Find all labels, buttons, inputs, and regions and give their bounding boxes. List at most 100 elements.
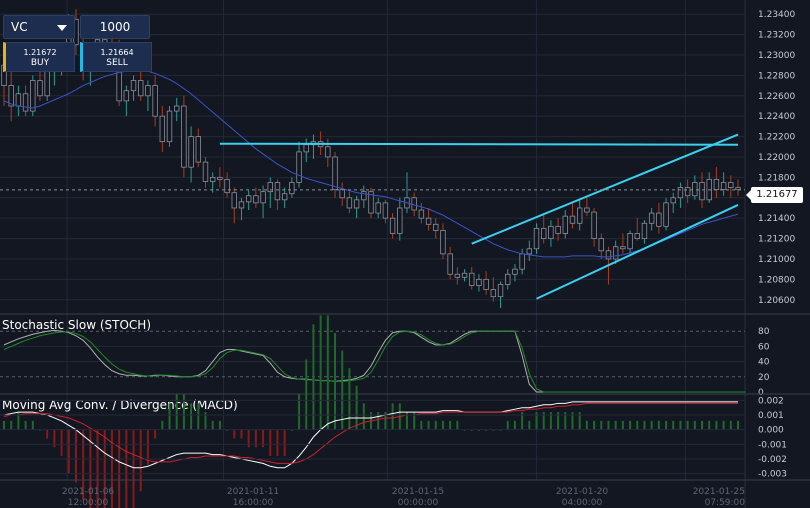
- candle-body: [648, 212, 655, 224]
- candle-body: [612, 246, 619, 260]
- candle-body: [15, 93, 22, 107]
- price-tick-label: 1.22600: [758, 92, 795, 102]
- macd-histogram-bar: [614, 420, 617, 430]
- price-tick-label: 1.20800: [758, 275, 795, 285]
- candle-body: [397, 207, 403, 234]
- candle-body: [692, 182, 698, 197]
- macd-histogram-bar: [305, 359, 308, 430]
- price-axis: 1.23400 1.23200 1.23000 1.22800 1.22600 1.224…: [758, 10, 795, 306]
- price-tick-label: 1.21200: [758, 235, 795, 245]
- macd-histogram-bar: [10, 420, 13, 430]
- candle-body: [37, 80, 43, 97]
- candle-body: [325, 146, 331, 158]
- macd-histogram-bar: [456, 420, 459, 430]
- macd-histogram-bar: [211, 420, 214, 430]
- symbol-label: VC: [11, 20, 28, 34]
- candle-body: [202, 161, 209, 182]
- candle-body: [461, 272, 468, 278]
- time-tick-date: 2021-01-20: [556, 487, 609, 497]
- macd-histogram-bar: [643, 420, 646, 430]
- macd-histogram-bar: [146, 429, 149, 465]
- macd-histogram-bar: [154, 429, 157, 439]
- macd-histogram-bar: [132, 429, 135, 508]
- candle-body: [332, 156, 338, 191]
- macd-histogram-bar: [528, 420, 531, 430]
- macd-histogram-bar: [3, 420, 5, 430]
- candle-body: [497, 284, 504, 298]
- macd-histogram-bar: [708, 420, 711, 430]
- quantity-input[interactable]: 1000: [80, 15, 150, 39]
- candle-body: [454, 273, 461, 278]
- candle-body: [641, 222, 648, 239]
- price-tick-label: 1.23200: [758, 31, 795, 41]
- candle-body: [389, 217, 396, 234]
- macd-tick-label: 0.001: [758, 411, 784, 421]
- candle-body: [138, 80, 144, 97]
- macd-histogram-bar: [672, 420, 675, 430]
- price-tick-label: 1.23000: [758, 51, 795, 61]
- candle-body: [562, 215, 568, 234]
- macd-histogram-bar: [629, 420, 632, 430]
- macd-histogram-bar: [722, 420, 725, 430]
- time-tick-time: 12:00:00: [68, 498, 109, 508]
- candle-body: [576, 207, 583, 224]
- candle-body: [735, 187, 741, 191]
- macd-histogram-bar: [607, 420, 610, 430]
- price-tick-label: 1.21000: [758, 255, 795, 265]
- candle-body: [634, 233, 640, 239]
- macd-histogram-bar: [348, 368, 351, 430]
- macd-histogram-bar: [729, 420, 732, 430]
- price-tick-label: 1.23400: [758, 10, 795, 20]
- price-tick-label: 1.22800: [758, 71, 795, 81]
- candle-body: [159, 115, 166, 143]
- candle-body: [476, 278, 482, 286]
- macd-histogram-bar: [161, 420, 164, 430]
- candle-body: [440, 230, 446, 255]
- candle-body: [346, 197, 353, 209]
- macd-histogram-bar: [218, 420, 221, 430]
- candle-body: [174, 105, 180, 112]
- candle-body: [512, 268, 518, 275]
- time-tick-date: 2021-01-15: [392, 487, 444, 497]
- sell-button[interactable]: 1.21664 SELL: [80, 42, 152, 72]
- macd-histogram-bar: [341, 350, 344, 430]
- macd-histogram-bar: [665, 420, 668, 430]
- time-tick-time: 16:00:00: [233, 498, 274, 508]
- candle-body: [145, 85, 151, 97]
- candle-body: [296, 151, 302, 183]
- candle-body: [605, 250, 612, 260]
- macd-histogram-bar: [737, 420, 739, 430]
- candle-body: [303, 144, 309, 153]
- macd-tick-label: 0.000: [758, 426, 784, 436]
- macd-histogram-bar: [693, 420, 696, 430]
- macd-histogram-bar: [679, 420, 682, 430]
- trading-chart[interactable]: 1.23400 1.23200 1.23000 1.22800 1.22600 1.224…: [0, 0, 810, 508]
- time-tick-time: 07:59:00: [705, 498, 746, 508]
- macd-histogram-bar: [600, 420, 603, 430]
- macd-histogram-bar: [686, 420, 689, 430]
- candle-body: [224, 179, 230, 194]
- candle-body: [44, 69, 50, 97]
- candle-body: [548, 225, 554, 239]
- stoch-tick-label: 80: [758, 327, 770, 337]
- trendline[interactable]: [219, 142, 739, 146]
- macd-histogram-bar: [420, 420, 423, 430]
- candle-body: [289, 182, 295, 195]
- buy-button[interactable]: 1.21672 BUY: [3, 42, 75, 72]
- macd-histogram-bar: [67, 429, 70, 474]
- candle-body: [526, 248, 533, 255]
- macd-tick-label: -0.001: [758, 440, 787, 450]
- macd-histogram-bar: [449, 420, 452, 430]
- macd-histogram-bar: [283, 429, 286, 457]
- candle-body: [238, 201, 245, 209]
- symbol-select[interactable]: VC: [3, 15, 75, 39]
- macd-histogram-bar: [168, 403, 171, 430]
- candle-body: [123, 90, 130, 102]
- candle-body: [555, 225, 561, 234]
- macd-histogram-bar: [190, 403, 193, 430]
- macd-histogram-bar: [233, 429, 236, 439]
- candle-body: [490, 289, 497, 298]
- candle-body: [361, 191, 367, 201]
- candle-body: [620, 246, 626, 250]
- candle-body: [418, 209, 425, 219]
